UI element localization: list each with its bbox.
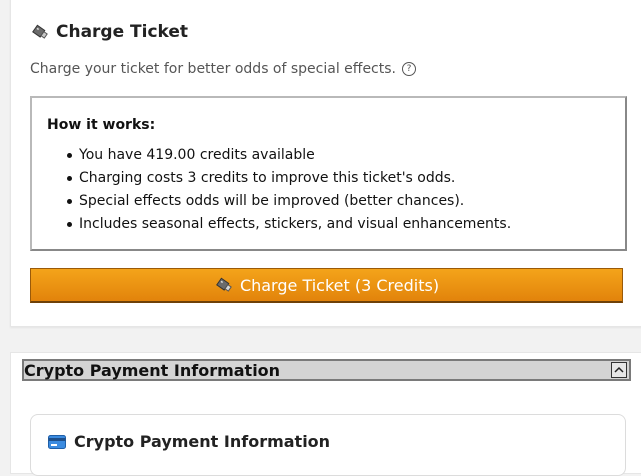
- list-item: You have 419.00 credits available: [66, 144, 511, 167]
- usb-ticket-icon: [32, 24, 48, 39]
- chevron-up-icon[interactable]: [611, 362, 627, 378]
- charge-ticket-title: Charge Ticket: [56, 22, 189, 42]
- usb-ticket-icon: [216, 277, 232, 292]
- charge-ticket-button[interactable]: Charge Ticket (3 Credits): [30, 268, 623, 303]
- crypto-payment-section-label: Crypto Payment Information: [24, 360, 281, 380]
- help-icon[interactable]: ?: [401, 62, 416, 76]
- credit-card-icon: [48, 434, 66, 449]
- list-item: Special effects odds will be improved (b…: [66, 190, 511, 213]
- charge-ticket-button-label: Charge Ticket (3 Credits): [239, 275, 440, 295]
- how-it-works-list: You have 419.00 credits available Chargi…: [66, 144, 511, 236]
- crypto-payment-inner-header: Crypto Payment Information: [48, 432, 330, 451]
- list-item: Charging costs 3 credits to improve this…: [66, 167, 511, 190]
- list-item: Includes seasonal effects, stickers, and…: [66, 213, 511, 236]
- how-it-works-title: How it works:: [47, 117, 156, 133]
- charge-description-text: Charge your ticket for better odds of sp…: [30, 61, 396, 77]
- crypto-payment-inner-title: Crypto Payment Information: [74, 432, 331, 451]
- charge-description: Charge your ticket for better odds of sp…: [30, 61, 416, 77]
- charge-ticket-header: Charge Ticket: [30, 20, 188, 44]
- crypto-payment-toggle[interactable]: Crypto Payment Information: [22, 359, 631, 381]
